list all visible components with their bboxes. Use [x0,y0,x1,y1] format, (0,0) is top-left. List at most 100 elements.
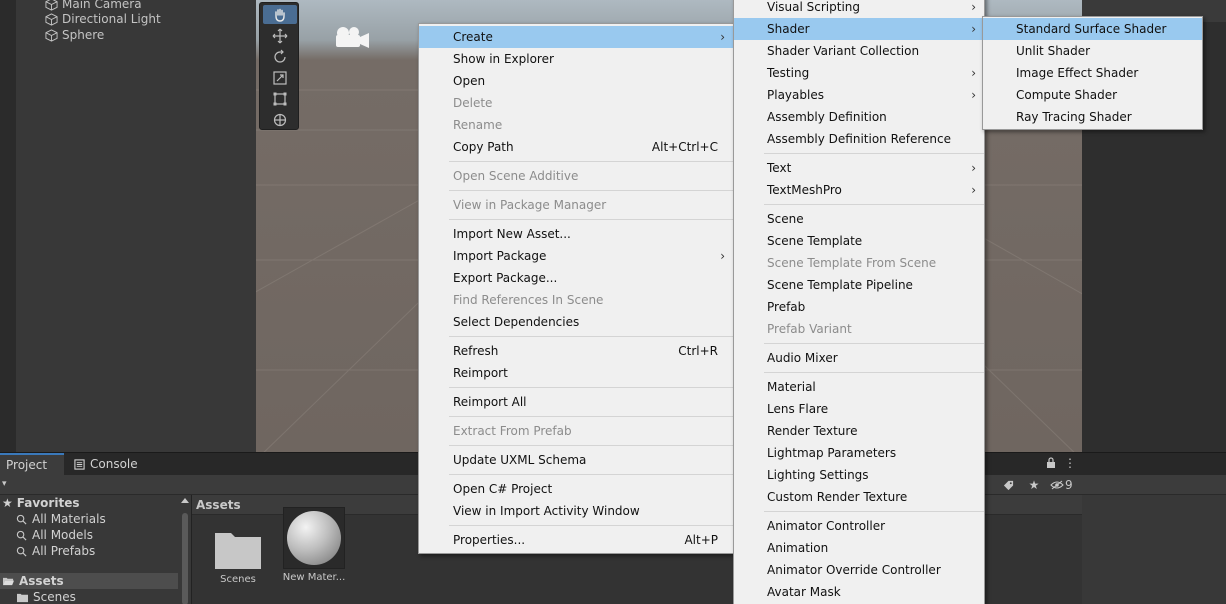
create-menu-item-custom-render-texture[interactable]: Custom Render Texture [734,486,984,508]
move-icon [272,28,288,43]
create-menu-item-assembly-definition-reference[interactable]: Assembly Definition Reference [734,128,984,150]
tree-scenes[interactable]: Scenes [16,589,76,604]
favorite-star-icon[interactable]: ★ [1024,475,1044,495]
tree-favorites[interactable]: ★ Favorites [2,495,79,511]
rect-tool-button[interactable] [263,89,297,108]
hidden-packages-toggle[interactable]: 9 [1050,475,1080,495]
lock-icon[interactable] [1046,457,1056,469]
create-menu-item-scene-template[interactable]: Scene Template [734,230,984,252]
menu-separator [449,445,733,446]
create-menu-item-animator-controller[interactable]: Animator Controller [734,515,984,537]
create-menu-item-avatar-mask[interactable]: Avatar Mask [734,581,984,603]
menu-item-label: Create [453,30,493,44]
context-menu-item-create[interactable]: Create › [419,26,733,48]
create-menu-item-testing[interactable]: Testing › [734,62,984,84]
context-menu-item-refresh[interactable]: Refresh Ctrl+R [419,340,733,362]
create-menu-item-text[interactable]: Text › [734,157,984,179]
context-menu-item-reimport-all[interactable]: Reimport All [419,391,733,413]
shader-menu-item-ray-tracing-shader[interactable]: Ray Tracing Shader [983,106,1202,128]
shader-menu-item-compute-shader[interactable]: Compute Shader [983,84,1202,106]
create-menu-item-animator-override-controller[interactable]: Animator Override Controller [734,559,984,581]
tree-all-materials[interactable]: All Materials [16,511,106,527]
create-menu-item-textmeshpro[interactable]: TextMeshPro › [734,179,984,201]
create-menu-item-playables[interactable]: Playables › [734,84,984,106]
create-menu-item-lighting-settings[interactable]: Lighting Settings [734,464,984,486]
scale-icon [273,70,287,85]
menu-item-label: Visual Scripting [767,0,860,14]
menu-item-label: Lighting Settings [767,468,869,482]
context-menu-item-reimport[interactable]: Reimport [419,362,733,384]
create-menu-item-lens-flare[interactable]: Lens Flare [734,398,984,420]
transform-icon [273,113,287,126]
rotate-tool-button[interactable] [263,47,297,66]
asset-new-material[interactable]: New Mater... [274,507,354,583]
tree-all-models[interactable]: All Models [16,527,93,543]
create-menu-item-material[interactable]: Material [734,376,984,398]
context-menu-item-update-uxml-schema[interactable]: Update UXML Schema [419,449,733,471]
menu-item-label: Render Texture [767,424,858,438]
create-menu-item-audio-mixer[interactable]: Audio Mixer [734,347,984,369]
menu-item-label: Unlit Shader [1016,44,1091,58]
context-menu-item-copy-path[interactable]: Copy Path Alt+Ctrl+C [419,136,733,158]
hierarchy-item-label: Main Camera [62,0,142,11]
search-icon [16,546,27,557]
console-icon [74,458,85,470]
search-icon [16,530,27,541]
menu-item-label: Testing [767,66,810,80]
hierarchy-item-directional-light[interactable]: Directional Light [45,11,161,27]
menu-item-label: Shader Variant Collection [767,44,920,58]
context-menu-item-open-c-project[interactable]: Open C# Project [419,478,733,500]
asset-label: New Mater... [282,572,346,583]
create-menu-item-prefab[interactable]: Prefab [734,296,984,318]
context-menu-item-view-in-import-activity-window[interactable]: View in Import Activity Window [419,500,733,522]
scale-tool-button[interactable] [263,68,297,87]
tab-project-label: Project [6,458,48,472]
context-menu-item-open[interactable]: Open [419,70,733,92]
hand-tool-button[interactable] [263,5,297,24]
shader-menu-item-image-effect-shader[interactable]: Image Effect Shader [983,62,1202,84]
create-menu-item-scene[interactable]: Scene [734,208,984,230]
create-menu-item-scene-template-pipeline[interactable]: Scene Template Pipeline [734,274,984,296]
create-dropdown-arrow-icon[interactable]: ▾ [2,479,7,489]
menu-separator [449,219,733,220]
menu-separator [449,161,733,162]
context-menu-item-properties[interactable]: Properties... Alt+P [419,529,733,551]
tab-project[interactable]: Project [0,453,64,475]
create-menu-item-shader[interactable]: Shader › [734,18,984,40]
menu-separator [764,372,984,373]
menu-separator [764,343,984,344]
context-menu-item-import-package[interactable]: Import Package › [419,245,733,267]
asset-scenes-folder[interactable]: Scenes [198,527,278,585]
shader-menu-item-standard-surface-shader[interactable]: Standard Surface Shader [983,18,1202,40]
tab-console[interactable]: Console [72,453,162,475]
menu-separator [764,204,984,205]
tree-assets[interactable]: Assets [0,573,178,589]
tree-all-prefabs[interactable]: All Prefabs [16,543,95,559]
hand-icon [275,8,285,22]
shader-menu-item-unlit-shader[interactable]: Unlit Shader [983,40,1202,62]
menu-item-label: Custom Render Texture [767,490,908,504]
move-tool-button[interactable] [263,26,297,45]
panel-menu-icon[interactable]: ⋮ [1064,456,1076,470]
menu-item-label: Properties... [453,533,526,547]
context-menu-item-open-scene-additive: Open Scene Additive [419,165,733,187]
create-menu-item-visual-scripting[interactable]: Visual Scripting › [734,0,984,18]
create-menu-item-shader-variant-collection[interactable]: Shader Variant Collection [734,40,984,62]
menu-item-label: Prefab [767,300,806,314]
hierarchy-item-sphere[interactable]: Sphere [45,27,104,43]
menu-item-label: Open Scene Additive [453,169,579,183]
create-menu-item-assembly-definition[interactable]: Assembly Definition [734,106,984,128]
search-icon [16,514,27,525]
label-filter-icon[interactable] [998,475,1018,495]
tree-scrollbar[interactable] [180,497,190,604]
create-menu-item-render-texture[interactable]: Render Texture [734,420,984,442]
tree-item-label: All Materials [32,512,106,526]
create-menu-item-lightmap-parameters[interactable]: Lightmap Parameters [734,442,984,464]
transform-tool-button[interactable] [263,110,297,129]
context-menu-item-import-new-asset[interactable]: Import New Asset... [419,223,733,245]
create-menu-item-animation[interactable]: Animation [734,537,984,559]
context-menu-item-export-package[interactable]: Export Package... [419,267,733,289]
breadcrumb-assets: Assets [196,497,241,512]
context-menu-item-show-in-explorer[interactable]: Show in Explorer [419,48,733,70]
context-menu-item-select-dependencies[interactable]: Select Dependencies [419,311,733,333]
